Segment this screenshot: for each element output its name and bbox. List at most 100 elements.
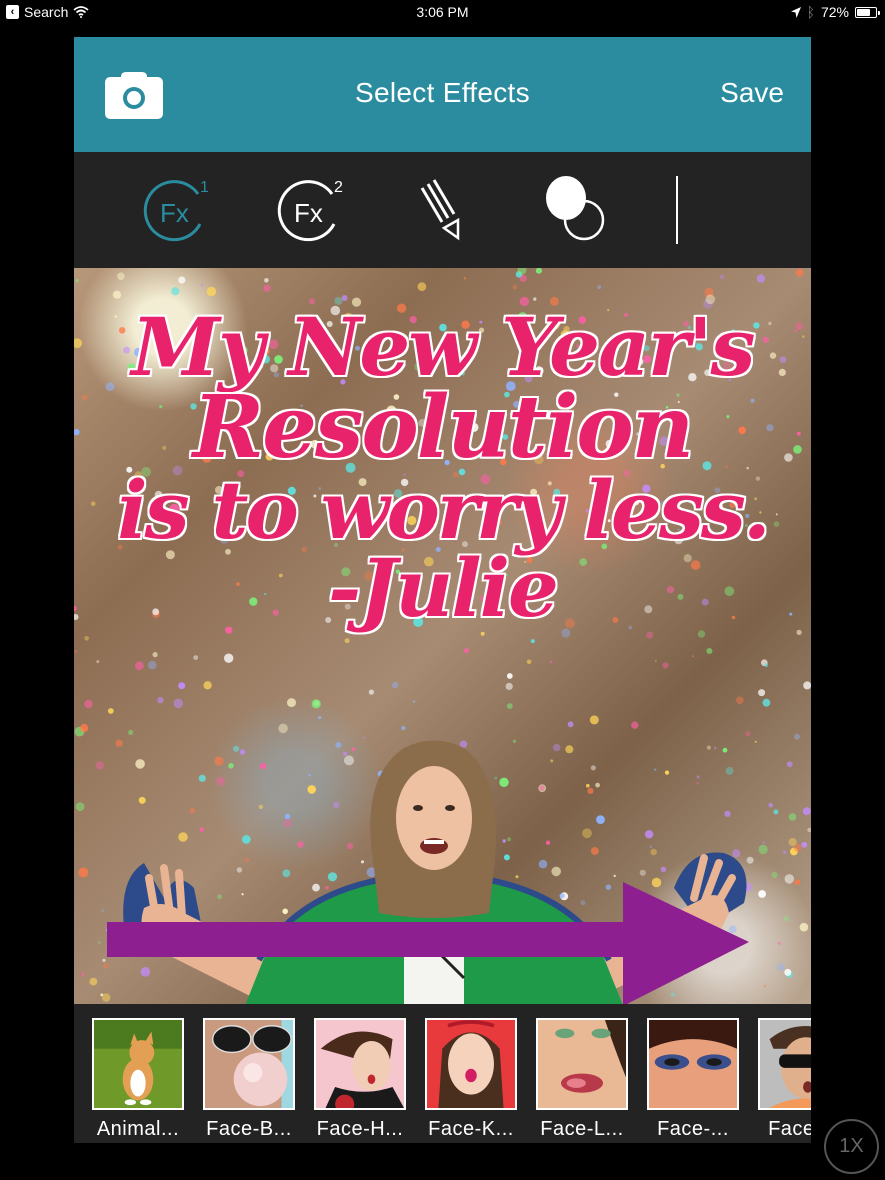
effect-item-face-h[interactable]: Face-H... bbox=[314, 1018, 406, 1141]
glitter-sparkle bbox=[171, 287, 180, 296]
zoom-level-badge[interactable]: 1X bbox=[824, 1119, 879, 1174]
glitter-sparkle bbox=[756, 274, 766, 283]
effect-label: Face-L... bbox=[540, 1118, 624, 1140]
effect-label: Face-H... bbox=[316, 1118, 404, 1140]
arrow-head bbox=[623, 882, 749, 1004]
effect-label: Face-B... bbox=[206, 1118, 292, 1140]
glitter-sparkle bbox=[278, 723, 288, 734]
glitter-sparkle bbox=[401, 725, 406, 731]
glitter-sparkle bbox=[107, 708, 114, 714]
glitter-sparkle bbox=[392, 681, 399, 689]
quote-line: Resolution bbox=[192, 377, 694, 479]
glitter-sparkle bbox=[771, 871, 778, 879]
glitter-sparkle bbox=[762, 698, 771, 707]
camera-button[interactable] bbox=[105, 71, 163, 119]
glitter-sparkle bbox=[736, 696, 744, 705]
glitter-sparkle bbox=[589, 715, 599, 725]
glitter-sparkle bbox=[754, 740, 757, 743]
tool-fx2[interactable]: Fx 2 bbox=[274, 174, 350, 244]
glitter-sparkle bbox=[75, 279, 79, 283]
glitter-sparkle bbox=[74, 650, 78, 653]
glitter-sparkle bbox=[597, 285, 602, 289]
glitter-sparkle bbox=[801, 841, 808, 848]
glitter-sparkle bbox=[224, 653, 234, 663]
glitter-sparkle bbox=[203, 681, 212, 690]
tool-fx1[interactable]: Fx 1 bbox=[140, 174, 216, 244]
effect-item-face-7[interactable]: Face-... bbox=[758, 1018, 811, 1141]
fx-1-icon: Fx 1 bbox=[143, 179, 209, 242]
svg-text:Fx: Fx bbox=[160, 198, 189, 228]
glitter-sparkle bbox=[807, 827, 811, 833]
effect-item-face-6[interactable]: Face-... bbox=[647, 1018, 739, 1141]
effects-carousel[interactable]: Animal... Face-B... Face-H... Face-K... … bbox=[74, 1004, 811, 1143]
glitter-sparkle bbox=[463, 277, 467, 280]
glitter-sparkle bbox=[512, 284, 518, 290]
glitter-sparkle bbox=[264, 278, 269, 283]
glitter-sparkle bbox=[762, 841, 766, 844]
back-chevron-icon: ‹ bbox=[6, 5, 19, 19]
glitter-sparkle bbox=[706, 648, 713, 654]
glitter-sparkle bbox=[745, 731, 751, 737]
glitter-sparkle bbox=[764, 663, 769, 668]
glitter-sparkle bbox=[530, 639, 535, 644]
glitter-sparkle bbox=[287, 698, 296, 708]
glitter-sparkle bbox=[148, 660, 157, 670]
battery-icon bbox=[855, 6, 880, 18]
photo-canvas[interactable]: My New Year's Resolution is to worry les… bbox=[74, 268, 811, 1004]
glitter-sparkle bbox=[75, 802, 85, 811]
pencil-icon bbox=[420, 179, 460, 241]
wifi-icon bbox=[73, 6, 89, 18]
page-title: Select Effects bbox=[355, 77, 530, 108]
effect-item-face-b[interactable]: Face-B... bbox=[203, 1018, 295, 1141]
glitter-sparkle bbox=[567, 721, 574, 728]
glitter-sparkle bbox=[89, 977, 98, 986]
status-bar: ‹ Search 3:06 PM ᛒ 72% bbox=[0, 0, 885, 26]
arrow-shape[interactable] bbox=[107, 882, 749, 1004]
tool-draw[interactable] bbox=[406, 174, 482, 244]
glitter-sparkle bbox=[318, 716, 322, 720]
battery-percent: 72% bbox=[820, 4, 849, 20]
glitter-sparkle bbox=[225, 626, 233, 634]
navbar: Select Effects Save bbox=[74, 37, 811, 152]
glitter-sparkle bbox=[796, 629, 802, 635]
sunglasses-man-thumbnail bbox=[760, 1020, 811, 1108]
glitter-sparkle bbox=[117, 272, 125, 281]
glitter-sparkle bbox=[178, 276, 186, 284]
save-button[interactable]: Save bbox=[720, 77, 784, 109]
eyeshadow-thumbnail bbox=[649, 1020, 737, 1108]
toolbar-divider bbox=[676, 176, 678, 244]
glitter-sparkle bbox=[758, 844, 768, 855]
quote-overlay[interactable]: My New Year's Resolution is to worry les… bbox=[74, 307, 811, 628]
effect-item-animal[interactable]: Animal... bbox=[92, 1018, 184, 1141]
app-window: Select Effects Save Fx 1 Fx 2 My New Yea… bbox=[74, 37, 811, 1143]
effect-label: Face-... bbox=[768, 1118, 811, 1140]
glitter-sparkle bbox=[783, 850, 787, 855]
effect-thumbnail bbox=[92, 1018, 184, 1110]
effect-thumbnail bbox=[536, 1018, 628, 1110]
effect-item-face-k[interactable]: Face-K... bbox=[425, 1018, 517, 1141]
glitter-sparkle bbox=[96, 660, 100, 664]
glitter-sparkle bbox=[311, 699, 321, 709]
effect-label: Face-... bbox=[657, 1118, 729, 1140]
glitter-sparkle bbox=[506, 703, 513, 709]
glitter-sparkle bbox=[368, 689, 374, 695]
glitter-sparkle bbox=[95, 761, 104, 770]
kitten-thumbnail bbox=[94, 1020, 182, 1108]
effect-item-face-l[interactable]: Face-L... bbox=[536, 1018, 628, 1141]
back-to-app[interactable]: ‹ Search bbox=[6, 4, 89, 20]
tool-blend[interactable] bbox=[540, 174, 616, 244]
effect-thumbnail bbox=[647, 1018, 739, 1110]
glitter-sparkle bbox=[417, 282, 427, 292]
glitter-sparkle bbox=[549, 660, 552, 664]
svg-text:1: 1 bbox=[200, 179, 209, 196]
glitter-sparkle bbox=[263, 284, 271, 292]
effect-thumbnail bbox=[314, 1018, 406, 1110]
glitter-sparkle bbox=[157, 697, 164, 704]
svg-text:2: 2 bbox=[334, 179, 343, 196]
glitter-sparkle bbox=[786, 761, 793, 768]
effect-label: Animal... bbox=[96, 1118, 180, 1140]
glitter-sparkle bbox=[662, 662, 669, 669]
effect-thumbnail bbox=[758, 1018, 811, 1110]
glitter-sparkle bbox=[802, 807, 811, 816]
camera-icon bbox=[105, 72, 163, 119]
